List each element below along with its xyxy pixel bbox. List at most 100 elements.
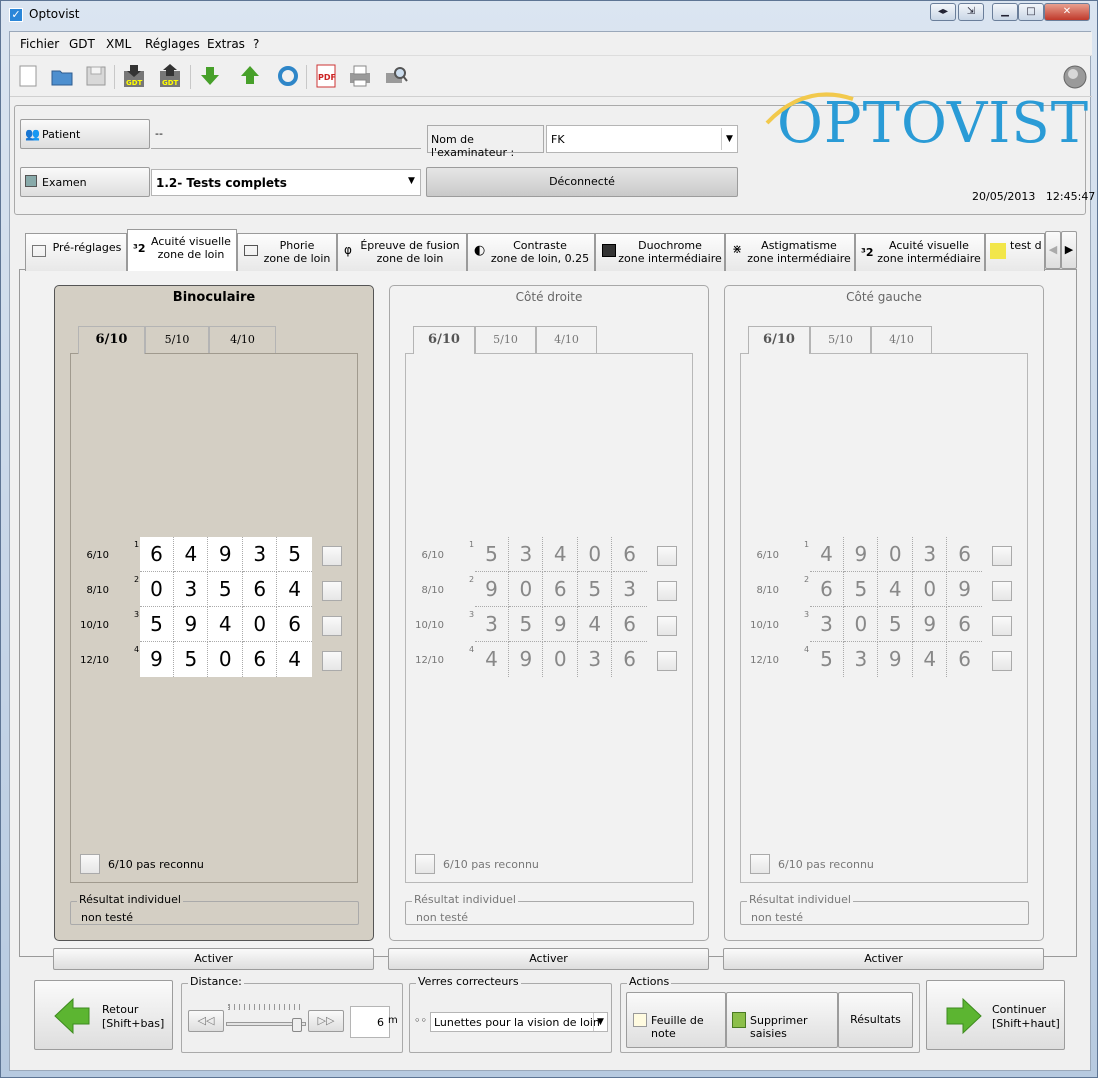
arrow-down-icon[interactable] — [198, 63, 222, 89]
gdt-import-icon[interactable]: GDT — [122, 63, 146, 89]
rewind-icon[interactable]: ◁◁ — [188, 1010, 224, 1032]
result-value: non testé — [81, 911, 134, 924]
row-number: 4 — [469, 645, 475, 654]
row-checkbox[interactable] — [322, 581, 342, 601]
row-checkbox[interactable] — [992, 616, 1012, 636]
row-checkbox[interactable] — [992, 581, 1012, 601]
distance-input[interactable]: 6 — [350, 1006, 390, 1038]
patient-button[interactable]: 👥 Patient — [20, 119, 150, 149]
menu-xml[interactable]: XML — [106, 37, 131, 51]
new-file-icon[interactable] — [16, 63, 40, 89]
activate-droite-button[interactable]: Activer — [388, 948, 709, 970]
arrow-left-icon — [54, 997, 90, 1035]
subtab-6-10[interactable]: 6/10 — [748, 326, 810, 354]
panel-cote-gauche[interactable]: Côté gauche 6/10 5/10 4/10 6/10 8/10 10/… — [724, 285, 1044, 941]
tab-contraste[interactable]: ◐ Contraste zone de loin, 0.25 — [467, 233, 595, 271]
not-recognized-checkbox[interactable] — [415, 854, 435, 874]
row-checkbox[interactable] — [322, 546, 342, 566]
row-checkbox[interactable] — [657, 581, 677, 601]
menu-help[interactable]: ? — [253, 37, 259, 51]
subtab-5-10[interactable]: 5/10 — [810, 326, 871, 353]
panel-binoculaire[interactable]: Binoculaire 6/10 5/10 4/10 6/10 8/10 10/… — [54, 285, 374, 941]
row-checkbox[interactable] — [657, 616, 677, 636]
results-button[interactable]: Résultats — [838, 992, 913, 1048]
activate-gauche-button[interactable]: Activer — [723, 948, 1044, 970]
row-checkbox[interactable] — [992, 651, 1012, 671]
not-recognized-checkbox[interactable] — [80, 854, 100, 874]
close-button[interactable]: ✕ — [1044, 3, 1090, 21]
subtab-6-10[interactable]: 6/10 — [78, 326, 145, 354]
distance-value: 6 — [377, 1016, 384, 1029]
chart-digit: 3 — [509, 537, 544, 572]
chart-area: 6/10 8/10 10/10 12/10 1 2 3 4 5340690653… — [405, 353, 693, 883]
result-group: Résultat individuel non testé — [405, 893, 694, 925]
row-label: 10/10 — [80, 620, 109, 631]
restore-layout-icon[interactable]: ◂▸ — [930, 3, 956, 21]
delete-entries-button[interactable]: Supprimer saisies — [726, 992, 838, 1048]
back-label: Retour — [102, 1003, 139, 1016]
export-icon[interactable]: ⇲ — [958, 3, 984, 21]
patient-button-label: Patient — [42, 128, 81, 141]
subtab-4-10[interactable]: 4/10 — [209, 326, 276, 353]
menu-reglages[interactable]: Réglages — [145, 37, 200, 51]
gdt-export-icon[interactable]: GDT — [158, 63, 182, 89]
tab-duochrome[interactable]: Duochrome zone intermédiaire — [595, 233, 725, 271]
tab-test[interactable]: test d — [985, 233, 1045, 271]
chart-digit: 0 — [913, 572, 948, 607]
fast-forward-icon[interactable]: ▷▷ — [308, 1010, 344, 1032]
notes-button[interactable]: Feuille de note — [626, 992, 726, 1048]
save-icon[interactable] — [84, 63, 108, 89]
lenses-select[interactable]: Lunettes pour la vision de loin ▼ — [430, 1012, 608, 1032]
maximize-button[interactable]: □ — [1018, 3, 1044, 21]
refresh-icon[interactable] — [276, 63, 300, 89]
examen-select[interactable]: 1.2- Tests complets ▼ — [151, 169, 421, 196]
tab-acuite-intermediaire[interactable]: ³2 Acuité visuelle zone intermédiaire — [855, 233, 985, 271]
row-checkbox[interactable] — [322, 651, 342, 671]
subtab-5-10[interactable]: 5/10 — [145, 326, 209, 353]
print-preview-icon[interactable] — [384, 63, 408, 89]
chart-digit: 9 — [543, 607, 578, 642]
row-checkbox[interactable] — [992, 546, 1012, 566]
subtab-4-10[interactable]: 4/10 — [536, 326, 597, 353]
menu-gdt[interactable]: GDT — [69, 37, 95, 51]
connection-button[interactable]: Déconnecté — [426, 167, 738, 197]
menu-fichier[interactable]: Fichier — [20, 37, 59, 51]
slider-handle[interactable] — [292, 1018, 302, 1032]
panel-cote-droite[interactable]: Côté droite 6/10 5/10 4/10 6/10 8/10 10/… — [389, 285, 709, 941]
row-number: 2 — [469, 575, 475, 584]
tab-prereglages[interactable]: Pré-réglages — [25, 233, 127, 271]
tab-phorie[interactable]: Phorie zone de loin — [237, 233, 337, 271]
activate-binoculaire-button[interactable]: Activer — [53, 948, 374, 970]
chart-digit: 3 — [913, 537, 948, 572]
row-checkbox[interactable] — [657, 651, 677, 671]
examen-button[interactable]: Examen — [20, 167, 150, 197]
print-icon[interactable] — [348, 63, 372, 89]
menu-extras[interactable]: Extras — [207, 37, 245, 51]
chart-digit: 0 — [578, 537, 613, 572]
result-group: Résultat individuel non testé — [740, 893, 1029, 925]
tab-fusion[interactable]: φ Épreuve de fusion zone de loin — [337, 233, 467, 271]
tab-acuite-loin[interactable]: ³2 Acuité visuelle zone de loin — [127, 229, 237, 271]
continue-button[interactable]: Continuer [Shift+haut] — [926, 980, 1065, 1050]
subtab-5-10[interactable]: 5/10 — [475, 326, 536, 353]
row-checkbox[interactable] — [657, 546, 677, 566]
open-folder-icon[interactable] — [50, 63, 74, 89]
examiner-select[interactable]: FK ▼ — [546, 125, 738, 153]
distance-label: Distance: — [188, 975, 244, 988]
minimize-button[interactable]: ▁ — [992, 3, 1018, 21]
arrow-up-icon[interactable] — [238, 63, 262, 89]
pdf-icon[interactable]: PDF — [314, 63, 338, 89]
tab-astigmatisme[interactable]: ⋇ Astigmatisme zone intermédiaire — [725, 233, 855, 271]
chart-digit: 5 — [509, 607, 544, 642]
back-button[interactable]: Retour [Shift+bas] — [34, 980, 173, 1050]
tab-scroll-right-button[interactable]: ▶ — [1061, 231, 1077, 269]
row-checkbox[interactable] — [322, 616, 342, 636]
row-number: 1 — [469, 540, 475, 549]
subtab-6-10[interactable]: 6/10 — [413, 326, 475, 354]
chart-digit: 9 — [879, 642, 913, 677]
tab-scroll-left-button[interactable]: ◀ — [1045, 231, 1061, 269]
row-label: 12/10 — [80, 655, 109, 666]
subtab-4-10[interactable]: 4/10 — [871, 326, 932, 353]
date-label: 20/05/2013 — [972, 190, 1036, 203]
not-recognized-checkbox[interactable] — [750, 854, 770, 874]
